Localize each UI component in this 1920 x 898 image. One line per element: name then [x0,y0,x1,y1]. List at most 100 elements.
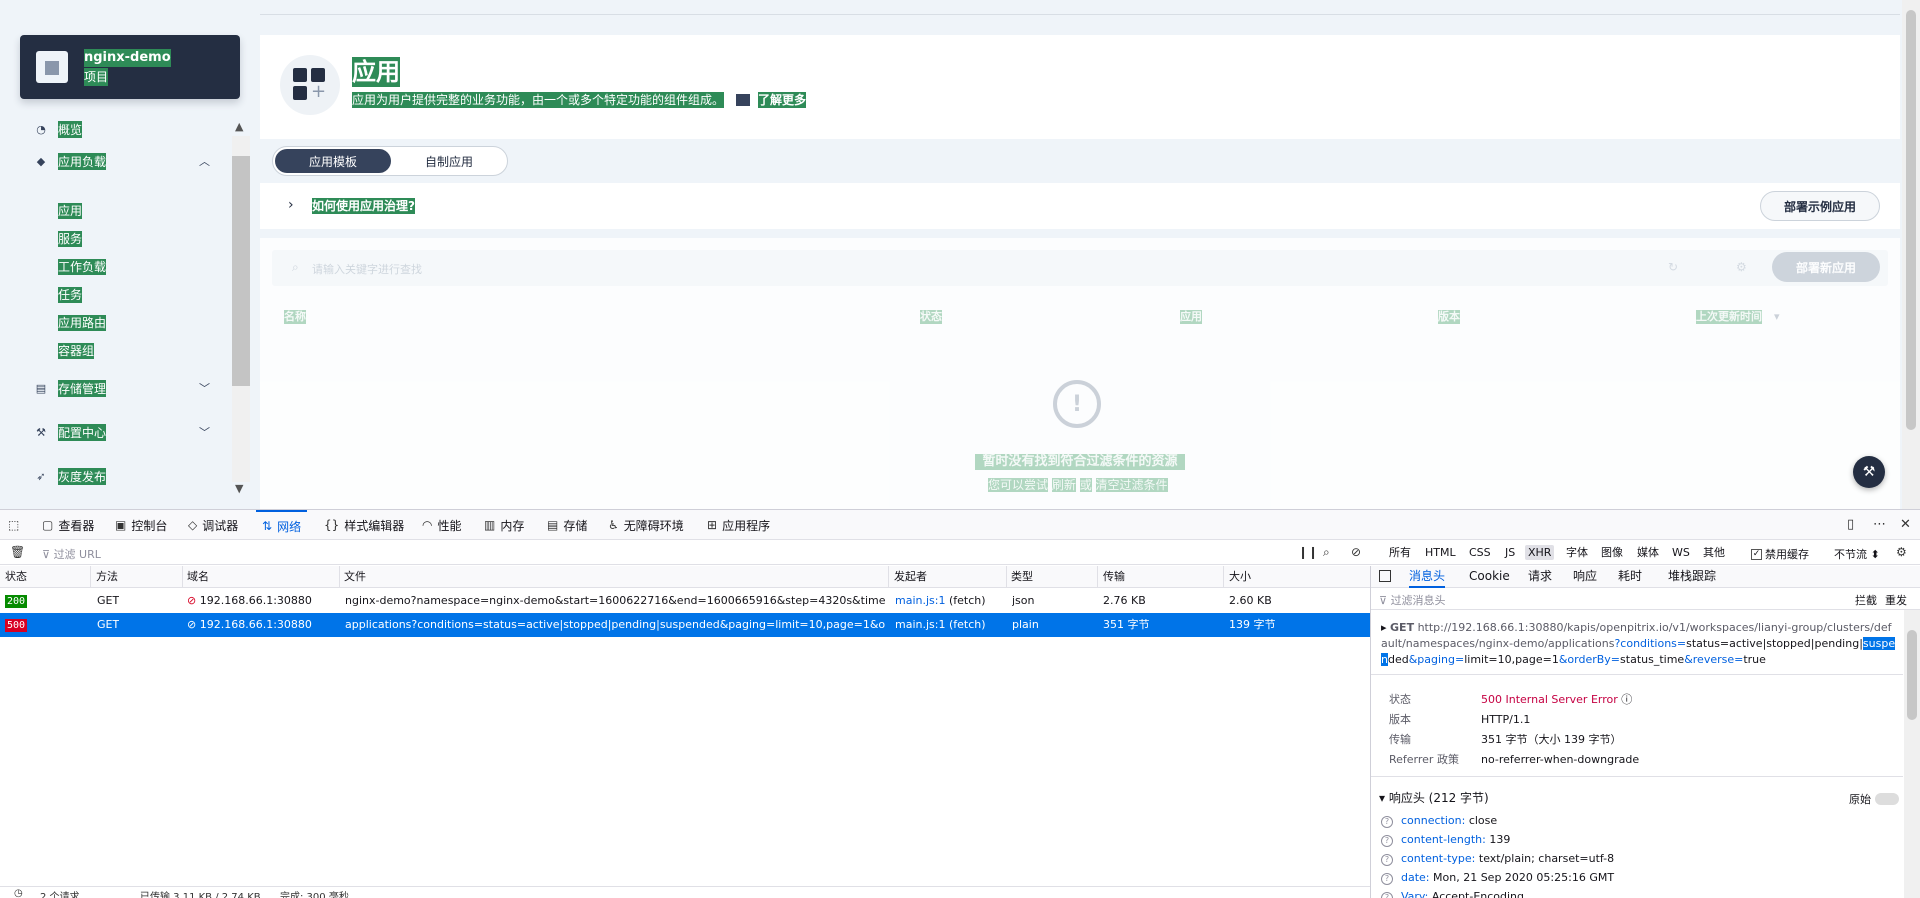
refresh-icon[interactable]: ↻ [1668,260,1678,274]
create-app-button[interactable]: 部署新应用 [1772,252,1880,282]
sidebar-item-grayscale[interactable]: ➶ 灰度发布 [20,462,240,490]
disable-cache-checkbox[interactable]: ✓ 禁用缓存 [1751,546,1809,562]
page-scrollbar[interactable] [1902,0,1920,509]
tab-app-templates[interactable]: 应用模板 [275,149,391,173]
filter-ws[interactable]: WS [1669,545,1693,560]
tab-debugger[interactable]: ◇ 调试器 [188,510,238,540]
pause-icon[interactable]: ❙❙ [1298,545,1318,559]
tab-style-editor[interactable]: {} 样式编辑器 [324,510,404,540]
help-icon[interactable]: ? [1381,892,1393,898]
column-type[interactable]: 类型 [1011,570,1033,584]
sidebar-subitem-pods[interactable]: 容器组 [58,343,95,359]
filter-css[interactable]: CSS [1466,545,1494,560]
sidebar-subitem-jobs[interactable]: 任务 [58,287,83,303]
details-scrollbar[interactable] [1904,610,1920,898]
filter-xhr[interactable]: XHR [1525,545,1555,560]
toolbox-button[interactable]: ⚒ [1853,456,1885,488]
filter-all[interactable]: 所有 [1386,545,1414,560]
throttle-select[interactable]: 不节流 ⬍ [1834,546,1880,562]
sidebar-subitem-workloads[interactable]: 工作负载 [58,259,107,275]
filter-url-input[interactable]: ⊽ 过滤 URL [42,546,101,562]
close-icon[interactable]: ✕ [1900,517,1911,532]
filter-headers-input[interactable]: ⊽ 过滤消息头 [1379,592,1446,608]
search-icon[interactable]: ⌕ [1323,545,1330,560]
expand-icon[interactable]: ▸ [1381,621,1390,634]
filter-html[interactable]: HTML [1422,545,1459,560]
raw-toggle[interactable]: 原始 [1849,791,1899,807]
resend-button[interactable]: 重发 [1885,592,1907,608]
toggle-switch[interactable] [1875,793,1899,805]
response-headers-section[interactable]: ▾ 响应头 (212 字节) 原始 [1379,789,1899,809]
sidebar-toggle-icon[interactable] [1379,570,1391,582]
sidebar-item-storage[interactable]: ▤ 存储管理 ﹀ [20,374,240,402]
column-size[interactable]: 大小 [1229,570,1251,584]
column-status[interactable]: 状态 [5,570,27,584]
table-row[interactable]: 200 GET ⊘ 192.168.66.1:30880 nginx-demo?… [0,589,1370,613]
tab-response[interactable]: 响应 [1573,569,1597,584]
sidebar-subitem-routes[interactable]: 应用路由 [58,315,107,331]
sidebar-item-workloads[interactable]: ◆ 应用负载 ︿ [20,147,240,175]
tab-performance[interactable]: ◠ 性能 [422,510,462,540]
help-icon[interactable]: ? [1381,816,1393,828]
sidebar-subitem-services[interactable]: 服务 [58,231,83,247]
more-icon[interactable]: ⋯ [1873,517,1886,532]
tab-cookies[interactable]: Cookie [1469,569,1510,584]
help-toggle[interactable]: 如何使用应用治理? [312,198,415,214]
sidebar-item-config[interactable]: ⚒ 配置中心 ﹀ [20,418,240,446]
tab-storage[interactable]: ▤ 存储 [547,510,587,540]
gear-icon[interactable]: ⚙ [1736,260,1747,274]
sort-down-icon[interactable]: ▾ [1774,310,1780,324]
refresh-link[interactable]: 刷新 [1051,478,1076,492]
tab-network[interactable]: ⇅ 网络 [256,510,308,540]
help-icon[interactable]: ? [1381,835,1393,847]
help-icon[interactable]: ⓘ [1621,693,1632,706]
tab-inspector[interactable]: ▢ 查看器 [42,510,94,540]
dock-icon[interactable]: ▯ [1847,517,1854,532]
tab-custom-apps[interactable]: 自制应用 [391,149,507,173]
sidebar-scrollbar[interactable]: ▲ ▼ [232,120,250,498]
filter-js[interactable]: JS [1502,545,1518,560]
chevron-right-icon[interactable]: › [288,197,294,213]
tab-accessibility[interactable]: ♿ 无障碍环境 [608,510,684,540]
search-input[interactable]: 请输入关键字进行查找 [312,261,422,277]
tab-stack-trace[interactable]: 堆栈跟踪 [1668,569,1716,584]
table-row[interactable]: 500 GET ⊘ 192.168.66.1:30880 application… [0,613,1370,637]
sidebar-item-overview[interactable]: ◔ 概览 [20,115,240,143]
column-updated[interactable]: 上次更新时间 [1696,310,1762,324]
tab-console[interactable]: ▣ 控制台 [115,510,167,540]
scroll-thumb[interactable] [1907,630,1917,720]
block-icon[interactable]: ⊘ [1351,545,1361,559]
deploy-sample-button[interactable]: 部署示例应用 [1760,191,1880,221]
trash-icon[interactable]: 🗑 [10,545,25,559]
learn-more-link[interactable]: 了解更多 [736,92,807,108]
filter-fonts[interactable]: 字体 [1563,545,1591,560]
block-button[interactable]: 拦截 [1855,592,1877,608]
tab-memory[interactable]: ▥ 内存 [484,510,524,540]
project-switcher[interactable]: nginx-demo 项目 [20,35,240,99]
column-file[interactable]: 文件 [344,570,366,584]
clear-filter-link[interactable]: 清空过滤条件 [1095,478,1168,492]
scroll-up-icon[interactable]: ▲ [235,120,243,133]
filter-images[interactable]: 图像 [1598,545,1626,560]
initiator-link[interactable]: main.js:1 [895,618,945,631]
column-initiator[interactable]: 发起者 [894,570,927,584]
column-transferred[interactable]: 传输 [1103,570,1125,584]
column-method[interactable]: 方法 [96,570,118,584]
filter-media[interactable]: 媒体 [1634,545,1662,560]
tab-application[interactable]: ⊞ 应用程序 [707,510,770,540]
help-icon[interactable]: ? [1381,854,1393,866]
element-picker-icon[interactable]: ⬚ [8,510,19,540]
collapse-icon[interactable]: ▾ [1379,791,1389,805]
initiator-link[interactable]: main.js:1 [895,594,945,607]
column-domain[interactable]: 域名 [187,570,209,584]
filter-other[interactable]: 其他 [1700,545,1728,560]
scroll-thumb[interactable] [232,156,250,386]
sidebar-subitem-applications[interactable]: 应用 [58,203,83,219]
tab-timings[interactable]: 耗时 [1618,569,1642,584]
gear-icon[interactable]: ⚙ [1896,545,1907,559]
scroll-thumb[interactable] [1906,10,1916,430]
help-icon[interactable]: ? [1381,873,1393,885]
tab-request[interactable]: 请求 [1528,569,1552,584]
scroll-down-icon[interactable]: ▼ [235,482,243,495]
tab-headers[interactable]: 消息头 [1409,569,1446,588]
